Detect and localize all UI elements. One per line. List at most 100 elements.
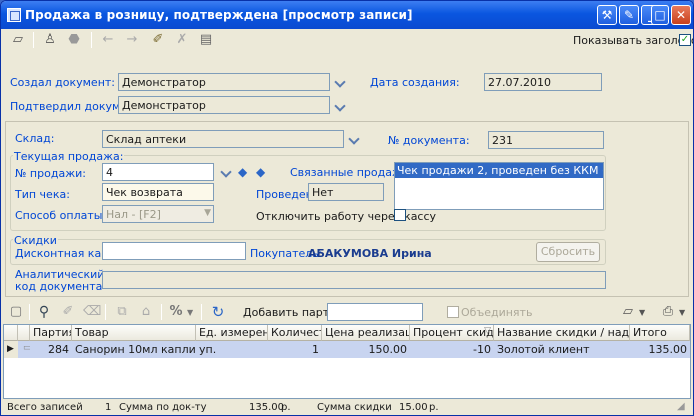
disable-register-label: Отключить работу через кассу — [256, 210, 437, 223]
refresh-icon[interactable]: ↻ — [209, 303, 227, 321]
warehouse-label: Склад: — [15, 132, 55, 145]
toolbar-separator — [105, 304, 106, 320]
toolbar-separator — [201, 304, 202, 320]
show-header-label: Показывать заголовок — [573, 34, 694, 47]
column-header-quantity[interactable]: Количество — [268, 325, 322, 341]
edit-form-icon[interactable]: ▱ — [9, 31, 27, 49]
cell-batch[interactable]: 284 — [30, 341, 72, 358]
discount-sum-value: 15.00 — [399, 402, 428, 413]
column-header-price[interactable]: Цена реализации — [322, 325, 410, 341]
resize-grip-icon[interactable]: ◢ — [677, 401, 685, 412]
chevron-down-icon[interactable]: ▼ — [187, 308, 193, 317]
row-checkbox-header — [18, 325, 30, 341]
discount-group-title: Скидки — [13, 234, 58, 247]
prev-arrow-icon[interactable]: ◆ — [238, 165, 247, 179]
new-row-icon[interactable]: ▢ — [7, 303, 25, 321]
delete-doc-icon[interactable]: ✗ — [173, 31, 191, 49]
toolbar-separator — [161, 304, 162, 320]
stop-icon[interactable]: ⬣ — [65, 31, 83, 49]
created-date-label: Дата создания: — [370, 76, 460, 89]
printer-icon[interactable]: ⎙ — [659, 303, 677, 321]
analytics-label-line2: код документа — [15, 280, 103, 293]
merge-label: Объединять — [461, 306, 533, 319]
buyer-name: АБАКУМОВА Ирина — [308, 247, 432, 260]
records-label: Всего записей — [7, 402, 83, 413]
chevron-down-icon[interactable] — [220, 168, 232, 178]
cell-price[interactable]: 150.00 — [322, 341, 410, 358]
column-header-discount-pct[interactable]: Процент скидки ▽ — [410, 325, 494, 341]
header-panel: Создал документ: Демонстратор Дата созда… — [3, 53, 691, 119]
payment-method-select[interactable]: Нал - [F2] ▼ — [102, 205, 214, 223]
column-header-product[interactable]: Товар — [72, 325, 196, 341]
grid-toolbar: ▢ ⚲ ✐ ⌫ ⧉ ⌂ % ▼ ↻ Добавить партию: Объед… — [3, 301, 691, 323]
chevron-down-icon[interactable] — [334, 78, 346, 88]
copy-icon[interactable]: ⧉ — [113, 303, 131, 321]
home-icon[interactable]: ⌂ — [137, 303, 155, 321]
row-indicator-icon: ▶ — [4, 341, 18, 358]
chevron-down-icon[interactable] — [334, 102, 346, 112]
disable-register-checkbox[interactable] — [394, 209, 406, 221]
title-bar[interactable]: Продажа в розницу, подтверждена [просмот… — [1, 1, 693, 29]
add-batch-input[interactable] — [327, 303, 423, 321]
table-row[interactable]: ▶ ▭ 284 Санорин 10мл капли в нос уп. 1 1… — [4, 341, 690, 358]
related-sale-item[interactable]: Чек продажи 2, проведен без ККМ (Докумен… — [395, 163, 603, 178]
created-by-field: Демонстратор — [118, 73, 330, 91]
sum-label: Сумма по док-ту — [119, 402, 207, 413]
column-header-batch[interactable]: Партия — [30, 325, 72, 341]
trash-icon[interactable]: ⌫ — [83, 303, 101, 321]
payment-method-value: Нал - [F2] — [106, 208, 161, 221]
cell-total[interactable]: 135.00 — [630, 341, 690, 358]
toolbar-separator — [33, 32, 34, 48]
cell-unit[interactable]: уп. — [196, 341, 268, 358]
column-header-unit[interactable]: Ед. измерения — [196, 325, 268, 341]
search-icon[interactable]: ⚲ — [35, 303, 53, 321]
arrow-right-icon[interactable]: → — [123, 31, 141, 49]
brush-icon[interactable]: ✐ — [149, 31, 167, 49]
arrow-left-icon[interactable]: ← — [99, 31, 117, 49]
cell-product[interactable]: Санорин 10мл капли в нос — [72, 341, 196, 358]
pin-icon[interactable]: ✎ — [619, 5, 639, 25]
form-settings-icon[interactable]: ▱ — [619, 303, 637, 321]
discount-sum-unit: р. — [429, 402, 439, 413]
related-sales-list[interactable]: Чек продажи 2, проведен без ККМ (Докумен… — [394, 162, 604, 210]
receipt-type-field: Чек возврата — [102, 183, 214, 201]
doc-number-field: 231 — [488, 131, 604, 149]
show-header-checkbox[interactable]: ✓ — [679, 34, 691, 46]
percent-button[interactable]: % — [167, 303, 185, 321]
posted-field: Нет — [308, 183, 384, 201]
close-button[interactable]: ✕ — [671, 5, 691, 25]
export-doc-icon[interactable]: ▤ — [197, 31, 215, 49]
column-header-discount-name[interactable]: Название скидки / надбавки — [494, 325, 630, 341]
created-date-field: 27.07.2010 — [484, 73, 602, 91]
column-header-total[interactable]: Итого — [630, 325, 690, 341]
cell-discount-pct[interactable]: -10 — [410, 341, 494, 358]
stamp-icon[interactable]: ♙ — [41, 31, 59, 49]
brush-icon[interactable]: ✐ — [59, 303, 77, 321]
chevron-down-icon[interactable]: ▼ — [679, 308, 685, 317]
row-indicator-header — [4, 325, 18, 341]
receipt-type-label: Тип чека: — [15, 188, 70, 201]
merge-checkbox[interactable] — [447, 306, 459, 318]
wrench-icon[interactable]: ⚒ — [597, 5, 617, 25]
chevron-down-icon[interactable] — [348, 135, 360, 145]
discount-card-input[interactable] — [102, 242, 246, 260]
column-header-discount-pct-label: Процент скидки — [413, 326, 494, 339]
toolbar-separator — [29, 304, 30, 320]
document-icon — [7, 8, 21, 22]
reset-button[interactable]: Сбросить — [536, 242, 600, 262]
current-sale-group-title: Текущая продажа: — [13, 150, 125, 163]
main-window: Продажа в розницу, подтверждена [просмот… — [0, 0, 694, 416]
discount-sum-label: Сумма скидки — [317, 402, 392, 413]
maximize-button[interactable]: □ — [651, 5, 669, 25]
cell-discount-name[interactable]: Золотой клиент — [494, 341, 630, 358]
next-arrow-icon[interactable]: ◆ — [256, 165, 265, 179]
records-count: 1 — [105, 402, 112, 413]
warehouse-field: Склад аптеки — [102, 130, 344, 148]
items-grid: Партия Товар Ед. измерения Количество Це… — [3, 324, 691, 399]
sale-number-field[interactable]: 4 — [102, 163, 214, 181]
row-marker-icon[interactable]: ▭ — [20, 341, 30, 358]
chevron-down-icon[interactable]: ▼ — [639, 308, 645, 317]
chevron-down-icon[interactable]: ▼ — [204, 208, 211, 218]
sale-number-label: № продажи: — [15, 167, 86, 180]
cell-quantity[interactable]: 1 — [268, 341, 322, 358]
